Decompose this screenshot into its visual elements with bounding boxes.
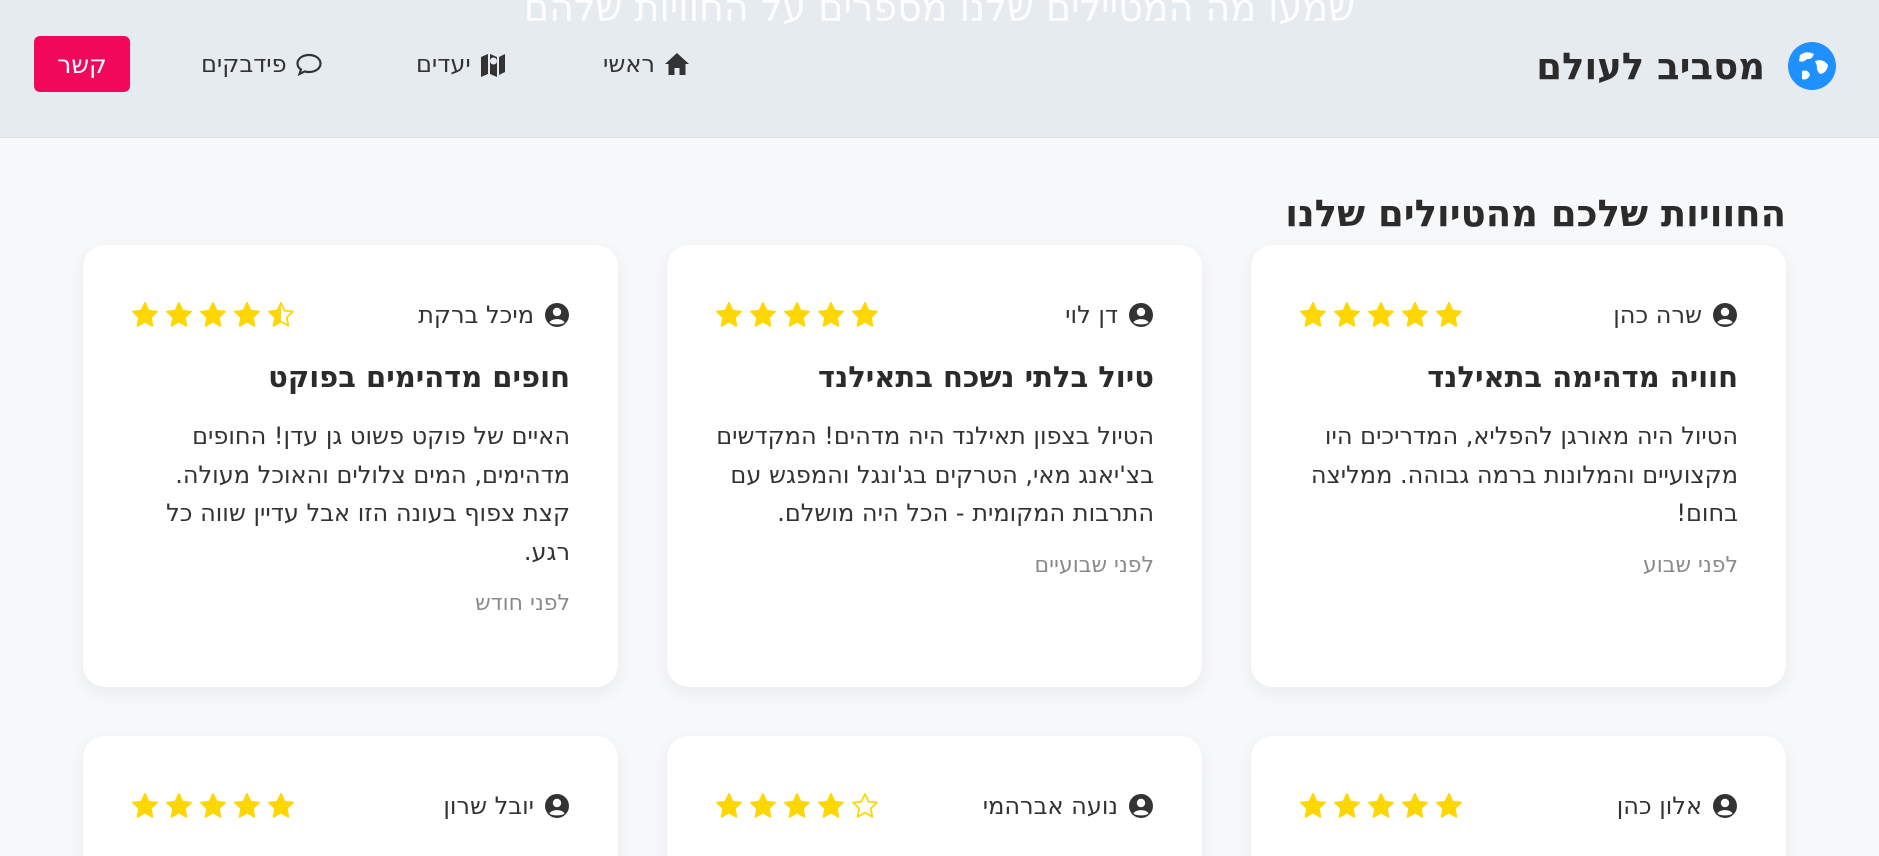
star-full-icon bbox=[166, 302, 192, 327]
rating-stars bbox=[131, 301, 295, 329]
review-card-5: נועה אברהמי bbox=[667, 736, 1202, 856]
reviewer-name: מיכל ברקת bbox=[418, 301, 534, 329]
review-card-6: יובל שרון bbox=[83, 736, 618, 856]
globe-icon bbox=[1788, 42, 1836, 90]
star-empty-icon bbox=[852, 793, 878, 818]
review-text: האיים של פוקט פשוט גן עדן! החופים מדהימי… bbox=[166, 422, 570, 566]
user-circle-icon bbox=[1713, 303, 1737, 327]
rating-stars bbox=[131, 792, 295, 820]
reviewer-name: יובל שרון bbox=[443, 792, 534, 820]
home-icon bbox=[664, 53, 689, 75]
reviewer-name: נועה אברהמי bbox=[982, 792, 1118, 820]
star-full-icon bbox=[716, 793, 742, 818]
star-full-icon bbox=[1300, 793, 1326, 818]
star-full-icon bbox=[166, 793, 192, 818]
reviewer: שרה כהן bbox=[1613, 301, 1738, 329]
star-full-icon bbox=[1368, 793, 1394, 818]
contact-button[interactable]: קשר bbox=[34, 36, 130, 92]
reviewer: אלון כהן bbox=[1617, 792, 1738, 820]
star-full-icon bbox=[200, 302, 226, 327]
star-full-icon bbox=[818, 302, 844, 327]
brand-name: מסביב לעולם bbox=[1536, 44, 1765, 88]
user-circle-icon bbox=[1713, 794, 1737, 818]
rating-stars bbox=[715, 301, 879, 329]
star-full-icon bbox=[1368, 302, 1394, 327]
review-title: חוויה מדהימה בתאילנד bbox=[1427, 360, 1738, 394]
star-full-icon bbox=[750, 793, 776, 818]
reviewer-name: אלון כהן bbox=[1616, 792, 1702, 820]
star-full-icon bbox=[132, 793, 158, 818]
reviewer: יובל שרון bbox=[443, 792, 570, 820]
nav-feedback-label: פידבקים bbox=[201, 50, 287, 78]
star-full-icon bbox=[750, 302, 776, 327]
brand[interactable]: מסביב לעולם bbox=[1536, 38, 1837, 94]
star-full-icon bbox=[1402, 302, 1428, 327]
nav-destinations[interactable]: יעדים bbox=[416, 46, 507, 82]
review-card-4: אלון כהן bbox=[1251, 736, 1786, 856]
star-full-icon bbox=[1334, 302, 1360, 327]
review-time: לפני שבועיים bbox=[1034, 552, 1154, 578]
reviewer-name: שרה כהן bbox=[1613, 301, 1702, 329]
star-full-icon bbox=[784, 302, 810, 327]
user-circle-icon bbox=[1129, 794, 1153, 818]
rating-stars bbox=[1299, 792, 1463, 820]
review-time: לפני שבוע bbox=[1642, 552, 1738, 578]
review-card-3: מיכל ברקת חופים מדהימים בפוקט האיים של פ… bbox=[83, 245, 618, 687]
rating-stars bbox=[1299, 301, 1463, 329]
user-circle-icon bbox=[545, 794, 569, 818]
star-full-icon bbox=[818, 793, 844, 818]
review-card-2: דן לוי טיול בלתי נשכח בתאילנד הטיול בצפו… bbox=[667, 245, 1202, 687]
review-text: הטיול היה מאורגן להפליא, המדריכים היו מק… bbox=[1310, 422, 1738, 527]
rating-stars bbox=[715, 792, 879, 820]
section-title: החוויות שלכם מהטיולים שלנו bbox=[1285, 192, 1786, 235]
star-full-icon bbox=[1300, 302, 1326, 327]
star-full-icon bbox=[1436, 793, 1462, 818]
nav-home[interactable]: ראשי bbox=[603, 46, 691, 82]
star-full-icon bbox=[784, 793, 810, 818]
user-circle-icon bbox=[545, 303, 569, 327]
reviewer: נועה אברהמי bbox=[983, 792, 1154, 820]
star-full-icon bbox=[716, 302, 742, 327]
nav-destinations-label: יעדים bbox=[416, 50, 471, 78]
star-full-icon bbox=[268, 793, 294, 818]
star-full-icon bbox=[200, 793, 226, 818]
hero-subtitle: שמעו מה המטיילים שלנו מספרים על החוויות … bbox=[523, 0, 1356, 30]
comment-icon bbox=[296, 53, 322, 77]
nav-home-label: ראשי bbox=[603, 50, 655, 78]
star-half-icon bbox=[268, 302, 294, 327]
review-card-1: שרה כהן חוויה מדהימה בתאילנד הטיול היה מ… bbox=[1251, 245, 1786, 687]
review-title: חופים מדהימים בפוקט bbox=[268, 360, 570, 394]
user-circle-icon bbox=[1129, 303, 1153, 327]
nav-feedback[interactable]: פידבקים bbox=[201, 46, 323, 82]
star-full-icon bbox=[234, 793, 260, 818]
star-full-icon bbox=[132, 302, 158, 327]
review-title: טיול בלתי נשכח בתאילנד bbox=[818, 360, 1154, 394]
star-full-icon bbox=[234, 302, 260, 327]
star-full-icon bbox=[1334, 793, 1360, 818]
star-full-icon bbox=[852, 302, 878, 327]
review-time: לפני חודש bbox=[475, 591, 570, 616]
review-text: הטיול בצפון תאילנד היה מדהים! המקדשים בצ… bbox=[716, 422, 1154, 527]
reviewer: מיכל ברקת bbox=[418, 301, 570, 329]
star-full-icon bbox=[1436, 302, 1462, 327]
site-header: שמעו מה המטיילים שלנו מספרים על החוויות … bbox=[0, 0, 1879, 138]
reviewer: דן לוי bbox=[1065, 301, 1154, 329]
map-icon bbox=[480, 54, 505, 77]
star-full-icon bbox=[1402, 793, 1428, 818]
reviewer-name: דן לוי bbox=[1065, 301, 1118, 329]
